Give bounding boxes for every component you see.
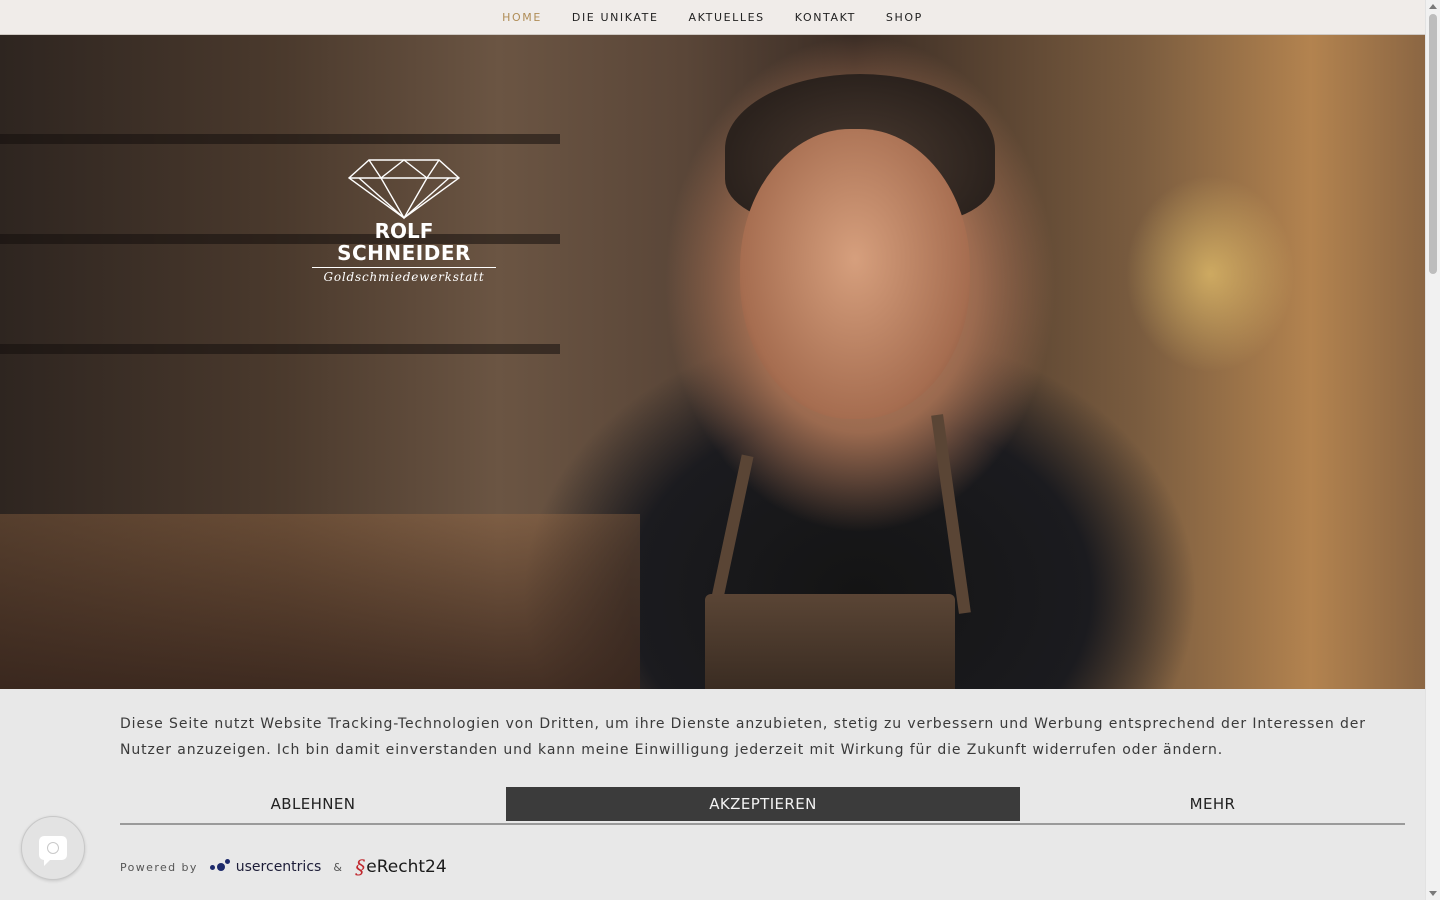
apron-strap (708, 454, 754, 614)
hero-image: ROLF SCHNEIDER Goldschmiedewerkstatt (0, 34, 1425, 689)
nav-aktuelles[interactable]: AKTUELLES (674, 11, 780, 24)
apron (705, 594, 955, 689)
ampersand: & (333, 860, 344, 874)
logo-name-first: ROLF (374, 219, 434, 243)
nav-shop[interactable]: SHOP (871, 11, 938, 24)
apron-strap (931, 414, 971, 614)
consent-button-row: ABLEHNEN AKZEPTIEREN MEHR (120, 787, 1405, 825)
erecht24-logo[interactable]: § eRecht24 (355, 855, 446, 879)
cookie-consent-banner: Diese Seite nutzt Website Tracking-Techn… (0, 689, 1425, 900)
usercentrics-logo[interactable]: usercentrics (209, 858, 322, 875)
accept-button[interactable]: AKZEPTIEREN (506, 787, 1020, 821)
privacy-settings-button[interactable] (21, 816, 85, 880)
nav-die-unikate[interactable]: DIE UNIKATE (557, 11, 674, 24)
usercentrics-wordmark: usercentrics (235, 859, 322, 875)
shelf (0, 344, 560, 354)
brand-logo[interactable]: ROLF SCHNEIDER Goldschmiedewerkstatt (312, 158, 496, 284)
erecht24-wordmark: eRecht24 (366, 857, 447, 877)
logo-tagline: Goldschmiedewerkstatt (312, 267, 496, 284)
nav-kontakt[interactable]: KONTAKT (780, 11, 871, 24)
usercentrics-dots-icon (209, 858, 232, 871)
top-navigation: HOME DIE UNIKATE AKTUELLES KONTAKT SHOP (0, 0, 1425, 35)
diamond-icon (347, 159, 461, 220)
fingerprint-icon (47, 842, 59, 854)
shelf (0, 134, 560, 144)
goldsmith-face (740, 129, 970, 419)
more-button[interactable]: MEHR (1020, 787, 1405, 821)
paragraph-icon: § (355, 855, 366, 879)
decline-button[interactable]: ABLEHNEN (120, 787, 506, 821)
scroll-up-arrow-icon[interactable] (1429, 4, 1437, 9)
powered-by: Powered by usercentrics & § eRecht24 (120, 855, 447, 879)
powered-by-label: Powered by (120, 860, 198, 874)
nav-home[interactable]: HOME (487, 11, 557, 24)
chat-bubble-icon (39, 836, 67, 866)
consent-text: Diese Seite nutzt Website Tracking-Techn… (120, 716, 1366, 758)
workbench (0, 514, 640, 689)
page-scrollbar[interactable] (1425, 0, 1440, 900)
logo-name-last: SCHNEIDER (337, 241, 471, 265)
scroll-down-arrow-icon[interactable] (1429, 891, 1437, 896)
scrollbar-thumb[interactable] (1429, 14, 1437, 274)
